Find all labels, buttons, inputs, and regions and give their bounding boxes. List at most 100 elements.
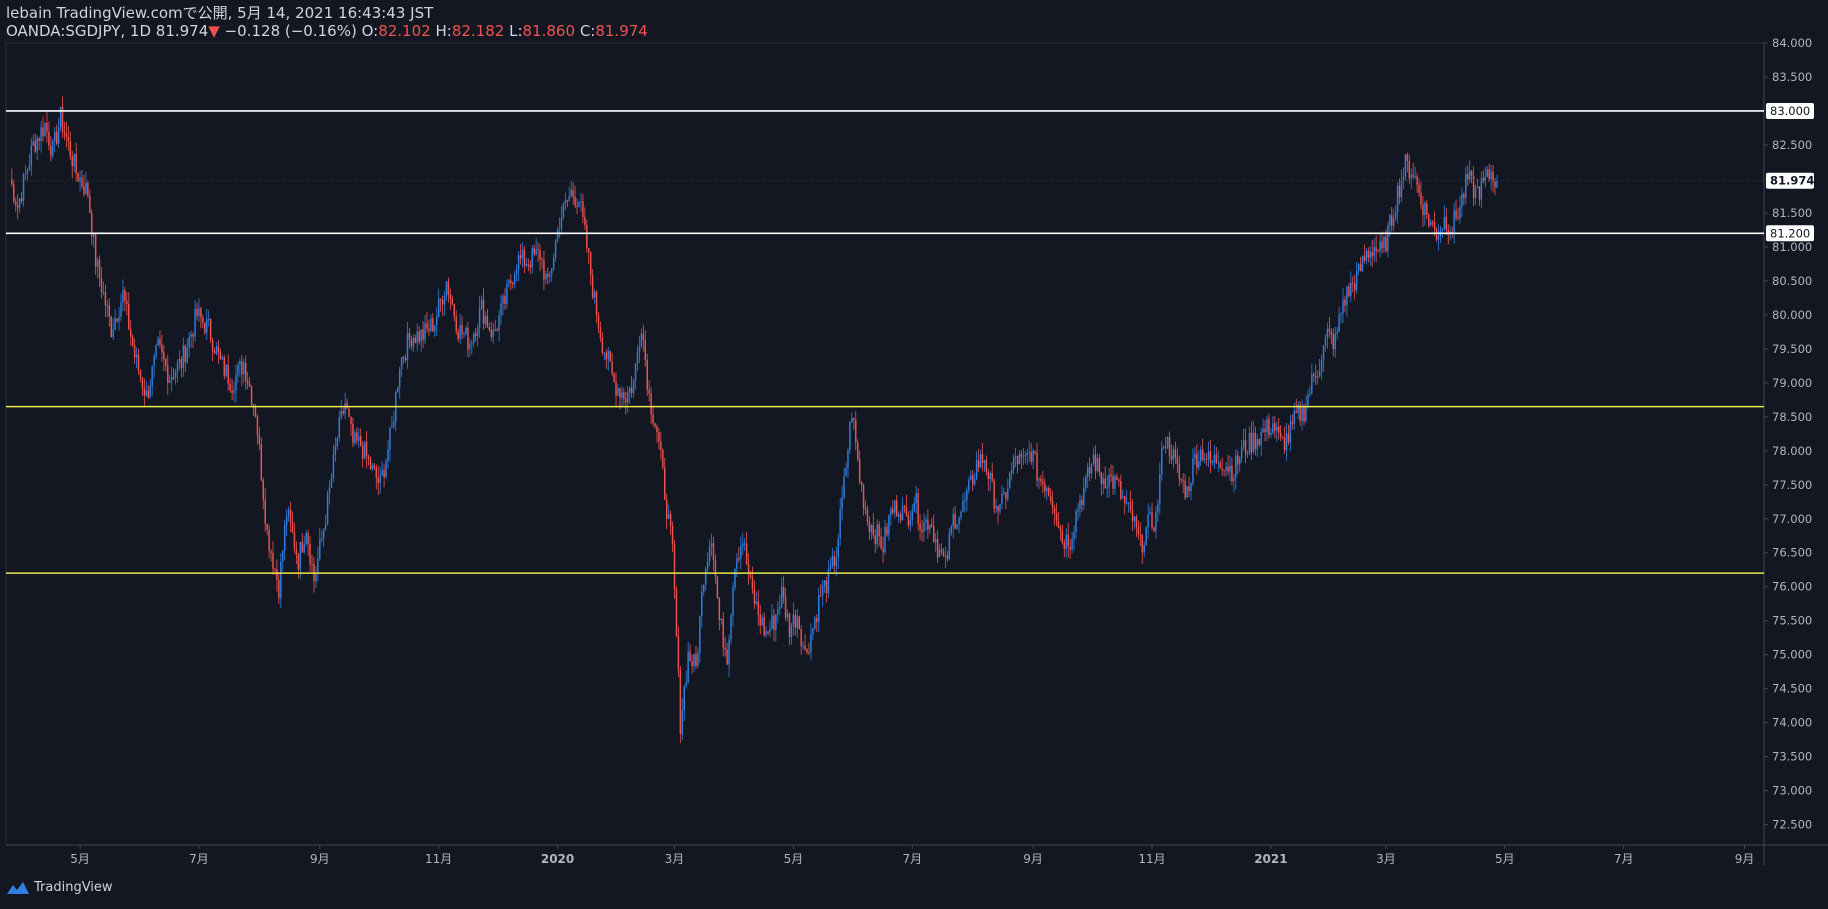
candle-body [1445,216,1448,230]
candle-body [810,634,812,653]
candle-body [1065,534,1067,549]
candle-body [408,333,411,340]
candle-body [1194,453,1196,459]
candle-body [607,351,609,360]
candle-body [196,309,198,316]
candle-body [297,554,300,570]
candle-body [190,334,192,337]
candle-body [200,308,202,318]
candle-body [443,295,446,305]
candle-body [761,617,763,625]
candle-body [198,308,200,316]
candle-body [934,539,937,543]
candle-body [94,233,97,267]
candle-body [46,123,48,132]
candle-body [564,200,567,203]
candle-body [322,529,325,539]
candle-body [1418,184,1420,193]
candle-body [1396,185,1399,213]
candle-body [484,316,487,324]
candle-body [525,263,528,266]
candle-body [1051,501,1054,509]
candle-body [529,264,532,268]
candle-body [102,292,105,294]
price-chart[interactable]: 84.00083.50082.50082.00081.50081.00080.5… [0,0,1828,909]
candle-body [1227,466,1229,472]
candle-body [964,499,966,501]
candle-body [1453,210,1455,232]
candle-body [714,560,717,577]
candle-body [379,475,381,483]
candle-body [120,302,122,317]
candle-body [572,189,574,197]
candle-body [192,334,194,337]
candle-body [611,361,613,374]
candle-body [303,544,305,553]
candle-body [20,198,23,201]
candle-body [209,319,212,340]
candle-body [1001,493,1003,505]
candle-body [703,584,705,592]
candle-body [393,421,395,427]
candle-body [1494,181,1496,188]
candle-body [53,132,56,142]
candle-body [1085,476,1087,488]
x-tick-label: 9月 [1023,852,1043,866]
candle-body [1143,545,1145,553]
candle-body [886,526,888,536]
candle-body [98,259,101,279]
candle-body [691,661,693,667]
candle-body [660,441,662,451]
candle-body [617,388,619,396]
candle-body [467,327,469,350]
candle-body [1468,170,1471,180]
candle-body [897,513,900,517]
tradingview-footer[interactable]: TradingView [6,880,113,895]
x-tick-label: 11月 [1138,852,1165,866]
candle-body [755,601,758,604]
candle-body [340,411,342,418]
candle-body [695,654,697,667]
candle-body [586,224,588,249]
candle-body [576,205,578,207]
candle-body [812,628,814,635]
candle-body [447,281,450,295]
candle-body [821,585,824,596]
candle-body [1379,241,1381,252]
candle-body [597,315,600,328]
candle-body [1287,433,1290,443]
candle-body [632,380,635,393]
candle-body [786,613,789,618]
candle-body [765,631,767,636]
candle-body [1046,488,1048,492]
candle-body [841,497,843,510]
candle-body [389,427,391,450]
candle-body [1217,462,1220,464]
candle-body [1410,174,1412,179]
candle-body [293,532,296,550]
candle-body [1229,465,1231,472]
candle-body [428,328,430,331]
candle-body [1283,437,1286,451]
candle-body [835,557,838,566]
candle-body [114,318,116,330]
candle-body [81,177,83,187]
candle-body [1276,426,1278,431]
candle-body [609,351,611,362]
candle-body [1083,487,1085,506]
candle-body [159,338,161,345]
candle-body [671,525,674,545]
candle-body [1192,458,1194,484]
candle-body [506,283,508,305]
candle-body [1385,236,1387,252]
candle-body [1209,451,1212,464]
candle-body [439,298,442,300]
candle-body [960,511,962,518]
candle-body [892,508,894,513]
candle-body [1441,228,1444,230]
candle-body [956,524,958,529]
candle-body [143,388,146,396]
candle-body [1170,456,1173,460]
candle-body [802,645,804,647]
candle-body [533,248,535,255]
